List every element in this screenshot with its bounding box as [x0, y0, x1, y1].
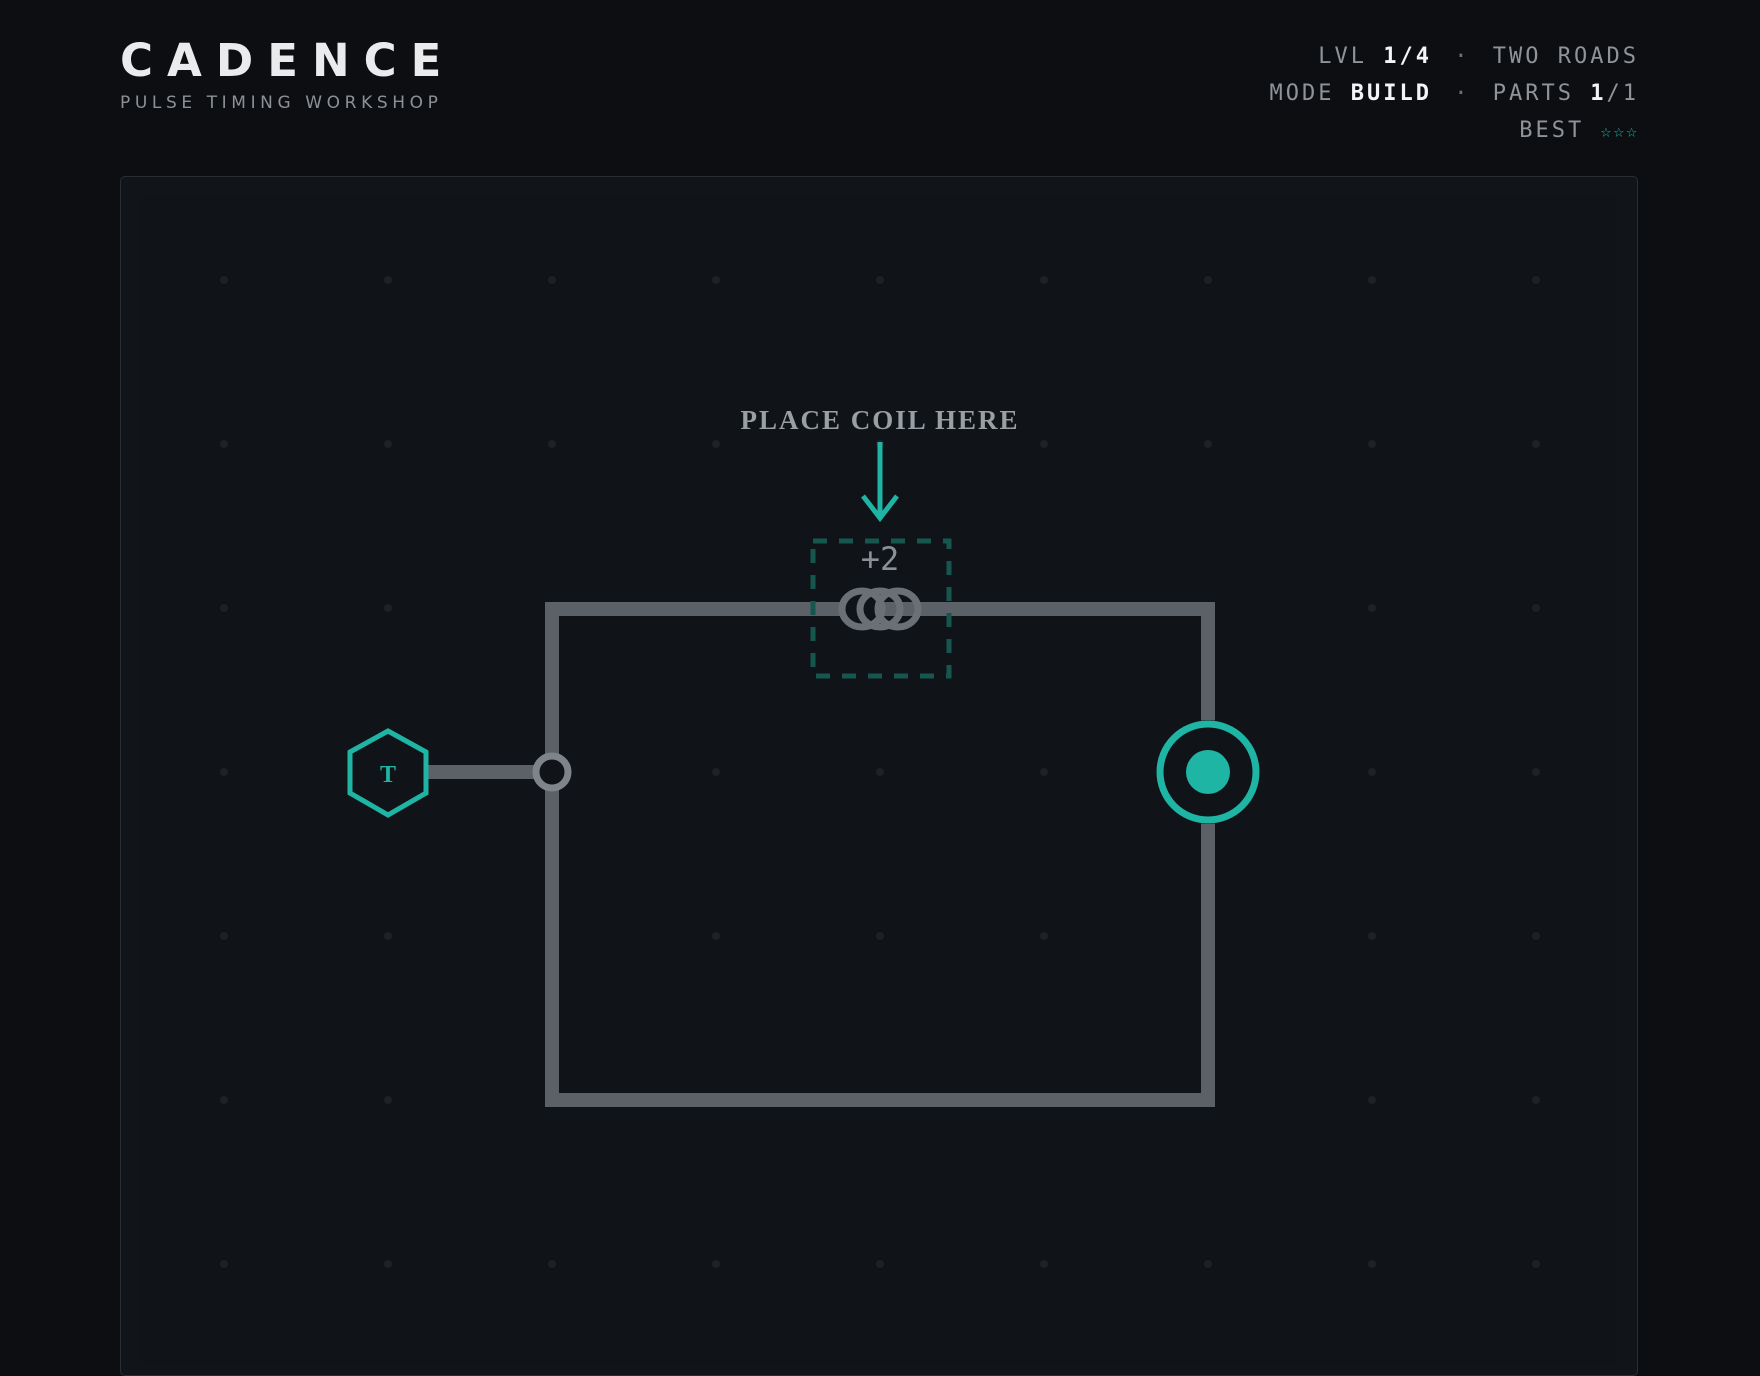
hint-label: PLACE COIL HERE: [740, 405, 1019, 435]
grid-dot: [1532, 1096, 1540, 1104]
grid-dot: [1532, 932, 1540, 940]
grid-dot: [1368, 1260, 1376, 1268]
grid-dot: [1368, 1096, 1376, 1104]
grid-dot: [548, 1260, 556, 1268]
grid-dot: [384, 440, 392, 448]
grid-dot: [1368, 276, 1376, 284]
circuit-canvas: T +2 PLACE COIL HERE: [220, 276, 1540, 1268]
grid-dot: [712, 932, 720, 940]
placement-hint: PLACE COIL HERE: [740, 405, 1019, 523]
grid-dot: [220, 1096, 228, 1104]
grid-dot: [1532, 276, 1540, 284]
grid-dot: [548, 276, 556, 284]
grid-dot: [384, 1096, 392, 1104]
grid-dot: [1040, 1260, 1048, 1268]
grid-dot: [1204, 1260, 1212, 1268]
grid-dot: [548, 440, 556, 448]
grid-dot: [1040, 932, 1048, 940]
grid-dot: [220, 276, 228, 284]
grid-dot: [220, 604, 228, 612]
grid-dot: [384, 276, 392, 284]
arrow-down-icon: [861, 442, 899, 523]
grid-dot: [876, 1260, 884, 1268]
grid-dot: [1532, 1260, 1540, 1268]
source-glyph: T: [380, 762, 396, 788]
wire-loop: [545, 602, 1215, 1107]
grid-dot: [1532, 604, 1540, 612]
target-receiver-icon[interactable]: [1156, 720, 1260, 824]
coil-delay-label: +2: [861, 540, 900, 578]
grid-dot: [384, 604, 392, 612]
grid-dot: [220, 1260, 228, 1268]
grid-dot: [712, 276, 720, 284]
grid-dot: [1040, 768, 1048, 776]
grid-dot: [220, 932, 228, 940]
grid-dot: [384, 932, 392, 940]
junction-node-icon[interactable]: [532, 752, 572, 792]
grid-dot: [1532, 768, 1540, 776]
grid-dot: [712, 1260, 720, 1268]
grid-dot: [1368, 932, 1376, 940]
grid-dot: [1368, 604, 1376, 612]
grid-dot: [220, 768, 228, 776]
grid-dot: [712, 440, 720, 448]
grid-dot: [1040, 440, 1048, 448]
wire-loop-rect: [545, 602, 1215, 1107]
grid-dot: [384, 1260, 392, 1268]
grid-dot: [876, 768, 884, 776]
hexagon-source-icon[interactable]: T: [347, 728, 429, 818]
grid-dot: [1040, 276, 1048, 284]
grid-dot: [1368, 440, 1376, 448]
grid-dot: [876, 932, 884, 940]
grid-dot: [1204, 440, 1212, 448]
grid-dot: [712, 768, 720, 776]
grid-dot: [220, 440, 228, 448]
grid-dot: [1368, 768, 1376, 776]
grid-dot: [1204, 276, 1212, 284]
grid-dot: [1532, 440, 1540, 448]
grid-dot: [876, 276, 884, 284]
